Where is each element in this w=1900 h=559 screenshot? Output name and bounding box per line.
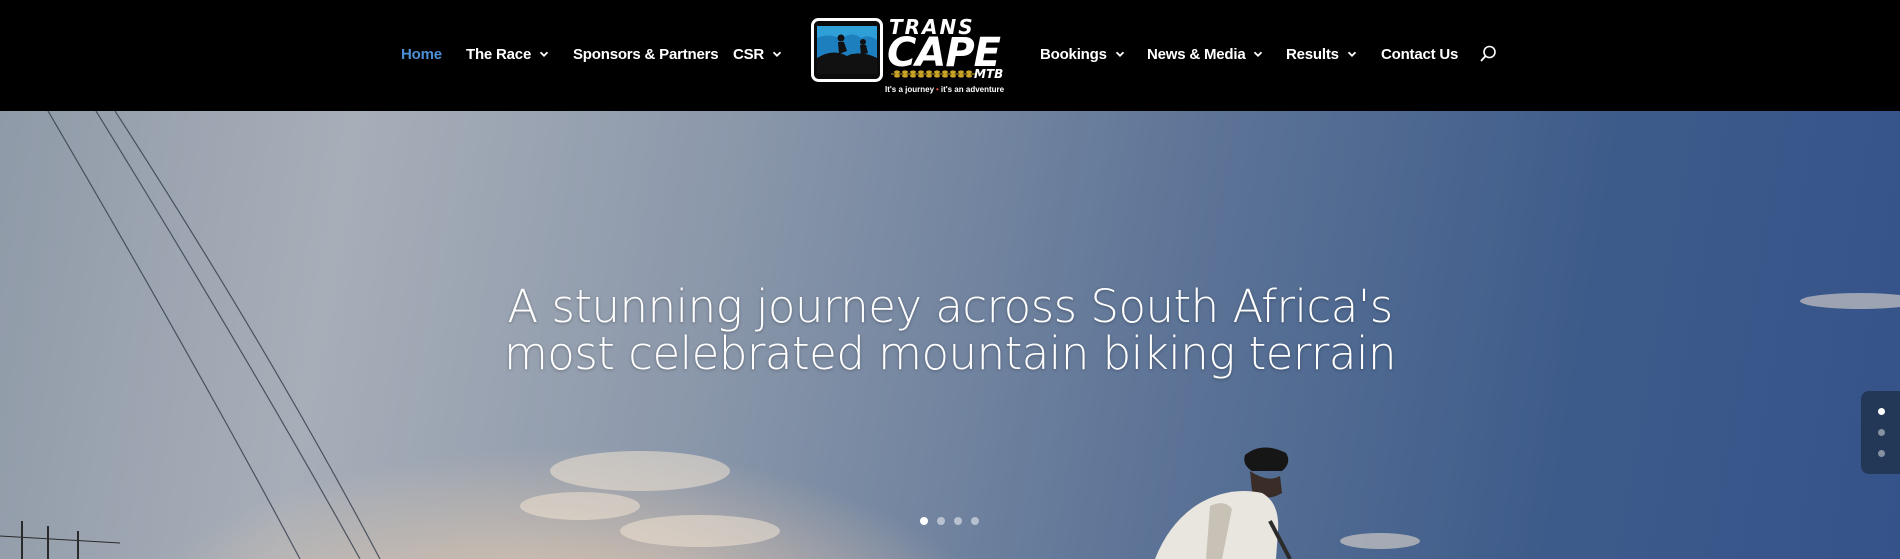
slider-dot-3[interactable] [954,517,962,525]
nav-contact-us-label: Contact Us [1381,45,1459,63]
logo-tagline-part-a: It's a journey [885,85,935,94]
nav-sponsors-label: Sponsors & Partners [573,45,719,63]
side-nav-dot-1[interactable] [1878,408,1885,415]
chevron-down-icon [772,49,782,59]
hero-headline-line-1: A stunning journey across South Africa's [507,280,1393,333]
hero-slider: A stunning journey across South Africa's… [0,111,1900,559]
nav-home-label: Home [401,45,442,63]
side-nav-dot-3[interactable] [1878,450,1885,457]
nav-sponsors-partners[interactable]: Sponsors & Partners [573,44,719,64]
chevron-down-icon [1347,49,1357,59]
nav-news-media[interactable]: News & Media [1147,44,1263,64]
site-header: Home The Race Sponsors & Partners CSR TR… [0,0,1900,111]
slider-pagination [920,517,979,525]
nav-results-label: Results [1286,45,1339,63]
side-nav-dot-2[interactable] [1878,429,1885,436]
slider-dot-1[interactable] [920,517,928,525]
logo-rider-image [811,18,883,82]
nav-bookings[interactable]: Bookings [1040,44,1125,64]
logo-word-mtb: MTB [974,67,1004,81]
nav-bookings-label: Bookings [1040,45,1107,63]
nav-news-media-label: News & Media [1147,45,1246,63]
logo-tagline-part-b: it's an adventure [940,85,1005,94]
chevron-down-icon [539,49,549,59]
nav-the-race[interactable]: The Race [466,44,549,64]
search-icon[interactable] [1479,45,1497,63]
logo-wheat-decoration [891,70,977,78]
site-logo[interactable]: TRANS CAPE MTB It's a journey • it's an ad… [811,16,1008,98]
hero-headline-line-2: most celebrated mountain biking terrain [503,327,1397,380]
slider-dot-2[interactable] [937,517,945,525]
chevron-down-icon [1253,49,1263,59]
slider-dot-4[interactable] [971,517,979,525]
nav-csr[interactable]: CSR [733,44,782,64]
nav-csr-label: CSR [733,45,765,63]
nav-the-race-label: The Race [466,45,532,63]
hero-headline: A stunning journey across South Africa's… [450,283,1450,377]
logo-tagline-separator: • [936,85,939,94]
logo-tagline: It's a journey • it's an adventure [885,85,1004,94]
chevron-down-icon [1115,49,1125,59]
nav-home[interactable]: Home [401,44,442,64]
nav-results[interactable]: Results [1286,44,1357,64]
section-side-nav [1861,391,1900,474]
nav-contact-us[interactable]: Contact Us [1381,44,1458,64]
